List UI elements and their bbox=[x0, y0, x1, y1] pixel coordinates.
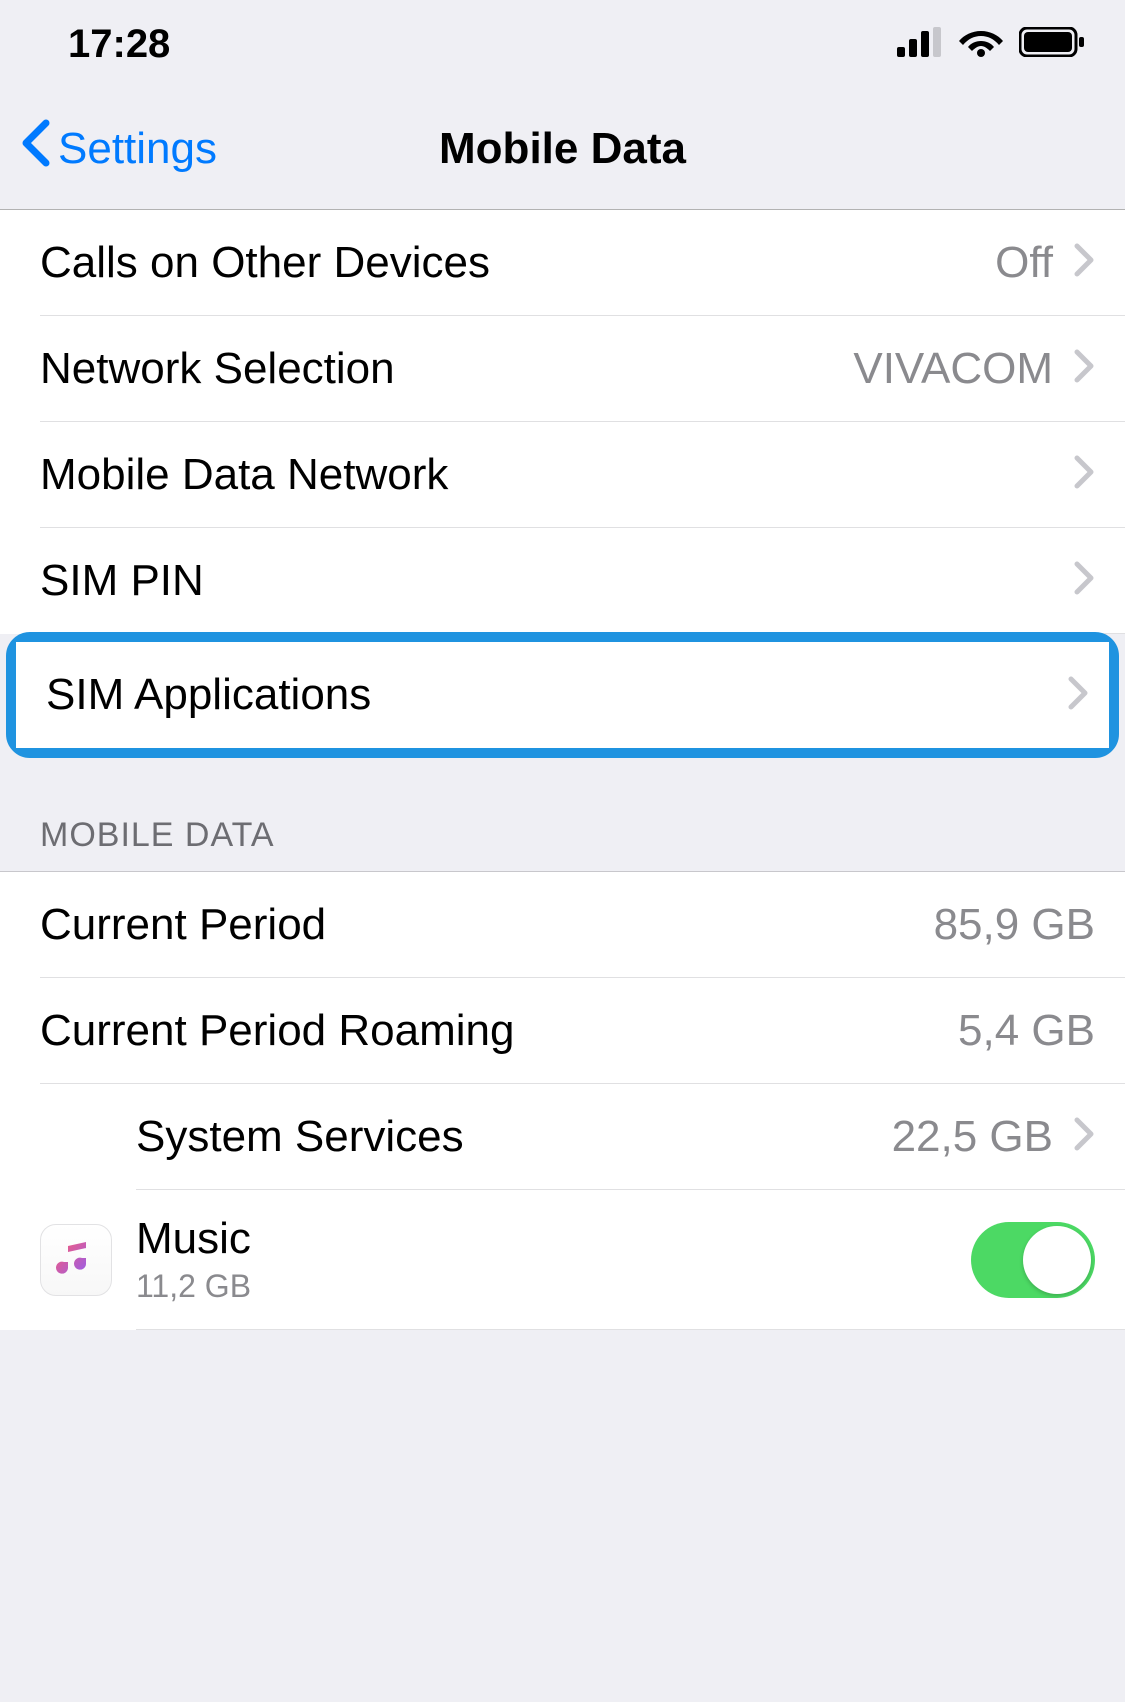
battery-icon bbox=[1019, 22, 1085, 67]
row-calls-on-other-devices[interactable]: Calls on Other Devices Off bbox=[0, 210, 1125, 316]
row-sim-pin[interactable]: SIM PIN bbox=[0, 528, 1125, 634]
app-name: Music bbox=[136, 1214, 971, 1264]
back-label: Settings bbox=[58, 124, 217, 174]
status-time: 17:28 bbox=[68, 22, 170, 67]
back-button[interactable]: Settings bbox=[20, 119, 217, 178]
settings-section-2: Current Period 85,9 GB Current Period Ro… bbox=[0, 871, 1125, 1330]
cellular-signal-icon bbox=[897, 22, 943, 67]
row-sim-applications[interactable]: SIM Applications bbox=[16, 642, 1109, 748]
chevron-left-icon bbox=[20, 119, 50, 178]
chevron-right-icon bbox=[1073, 1116, 1095, 1157]
row-mobile-data-network[interactable]: Mobile Data Network bbox=[0, 422, 1125, 528]
row-value: 85,9 GB bbox=[934, 900, 1095, 950]
row-value: 5,4 GB bbox=[958, 1006, 1095, 1056]
row-label: SIM PIN bbox=[40, 556, 204, 606]
highlight-annotation: SIM Applications bbox=[6, 632, 1119, 758]
row-system-services[interactable]: System Services 22,5 GB bbox=[0, 1084, 1125, 1190]
settings-section-1: Calls on Other Devices Off Network Selec… bbox=[0, 210, 1125, 760]
wifi-icon bbox=[959, 22, 1003, 67]
chevron-right-icon bbox=[1073, 454, 1095, 495]
row-label: Calls on Other Devices bbox=[40, 238, 490, 288]
music-toggle[interactable] bbox=[971, 1222, 1095, 1298]
app-text: Music 11,2 GB bbox=[136, 1214, 971, 1305]
row-label: System Services bbox=[136, 1112, 464, 1162]
row-current-period[interactable]: Current Period 85,9 GB bbox=[0, 872, 1125, 978]
row-label: Current Period Roaming bbox=[40, 1006, 514, 1056]
row-label: SIM Applications bbox=[46, 670, 371, 720]
row-value: 22,5 GB bbox=[892, 1112, 1053, 1162]
status-right bbox=[897, 22, 1085, 67]
chevron-right-icon bbox=[1073, 560, 1095, 601]
music-app-icon bbox=[40, 1224, 112, 1296]
row-value: VIVACOM bbox=[853, 344, 1053, 394]
chevron-right-icon bbox=[1067, 675, 1089, 716]
chevron-right-icon bbox=[1073, 348, 1095, 389]
row-label: Current Period bbox=[40, 900, 326, 950]
app-usage: 11,2 GB bbox=[136, 1268, 971, 1305]
row-value: Off bbox=[995, 238, 1053, 288]
status-bar: 17:28 bbox=[0, 0, 1125, 88]
row-label: Mobile Data Network bbox=[40, 450, 448, 500]
row-app-music[interactable]: Music 11,2 GB bbox=[0, 1190, 1125, 1330]
row-current-period-roaming[interactable]: Current Period Roaming 5,4 GB bbox=[0, 978, 1125, 1084]
toggle-knob bbox=[1023, 1226, 1091, 1294]
row-network-selection[interactable]: Network Selection VIVACOM bbox=[0, 316, 1125, 422]
nav-bar: Settings Mobile Data bbox=[0, 88, 1125, 210]
section-header-mobile-data: MOBILE DATA bbox=[0, 760, 1125, 871]
row-label: Network Selection bbox=[40, 344, 395, 394]
chevron-right-icon bbox=[1073, 242, 1095, 283]
